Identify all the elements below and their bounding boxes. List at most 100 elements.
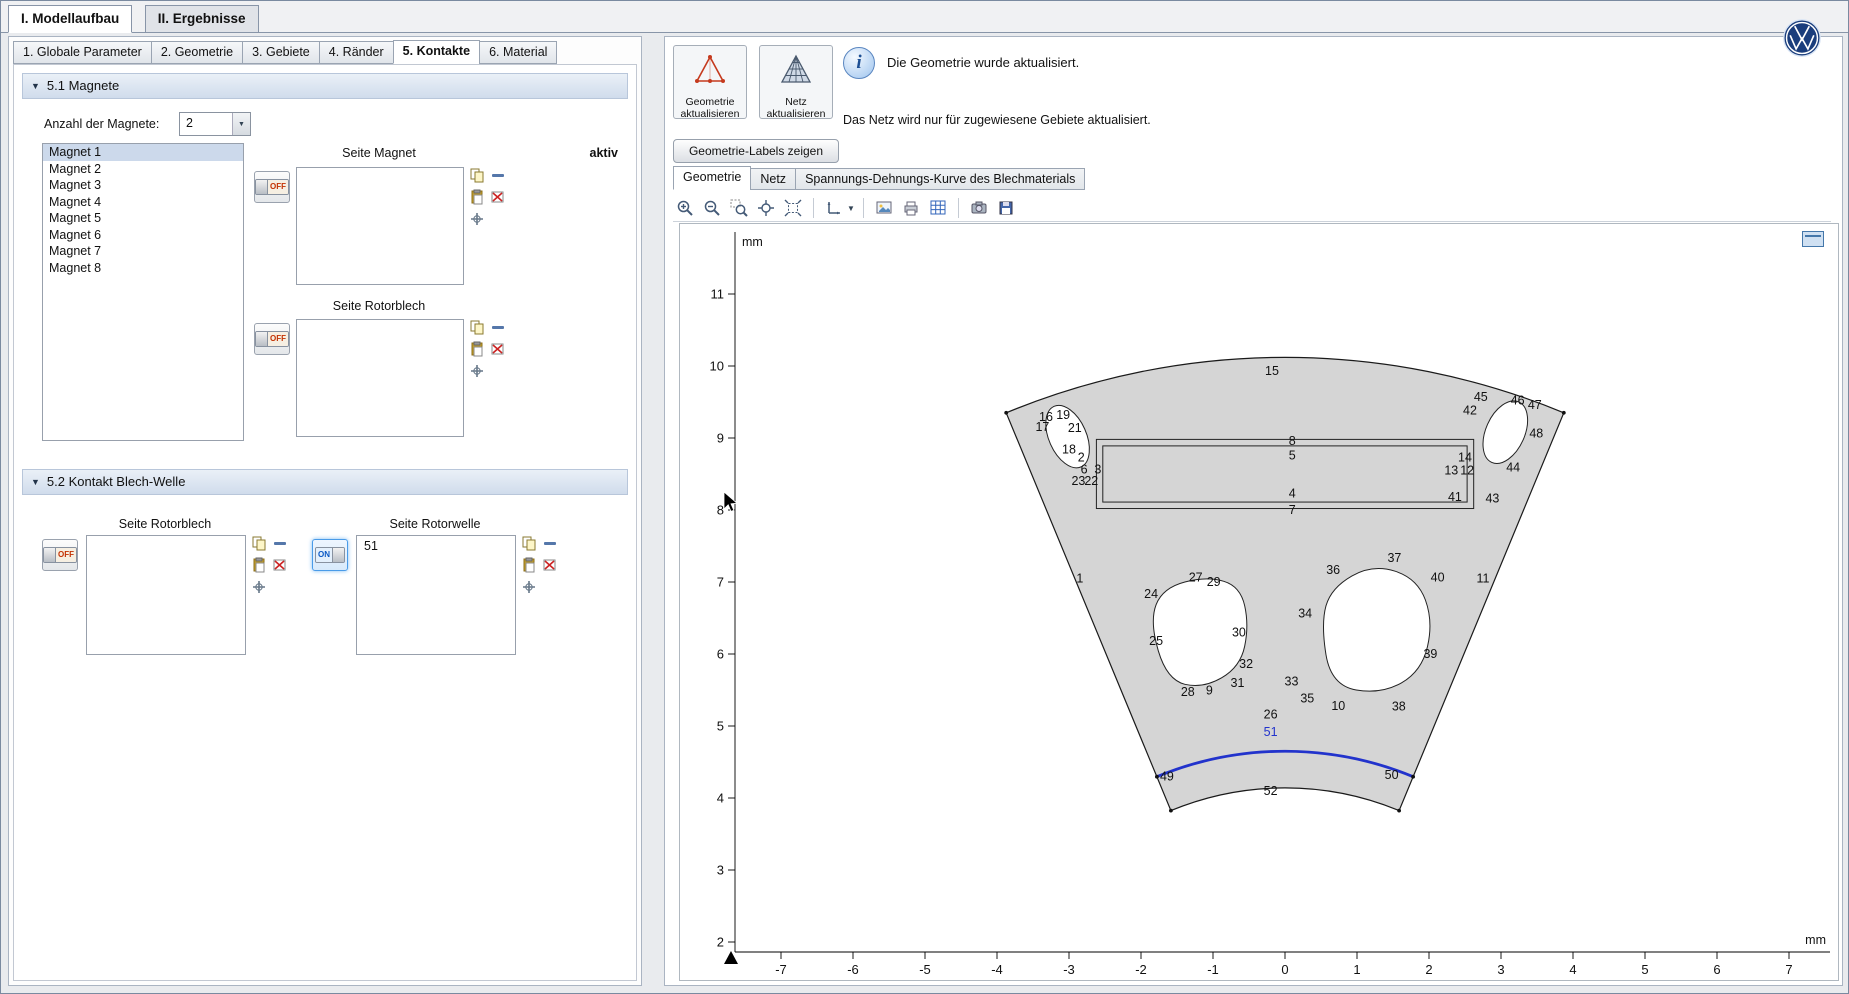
form-tab-2-geometrie[interactable]: 2. Geometrie [151, 41, 243, 64]
magnet-list-item[interactable]: Magnet 5 [43, 210, 243, 227]
grid-icon[interactable] [926, 196, 950, 220]
magnet-list-item[interactable]: Magnet 7 [43, 243, 243, 260]
seite-rotorblech-label: Seite Rotorblech [296, 299, 462, 313]
copy-icon[interactable] [521, 535, 538, 552]
magnet-list-item[interactable]: Magnet 1 [43, 144, 243, 161]
selected-boundary-item[interactable]: 51 [357, 536, 515, 553]
graphics-canvas[interactable]: -7-6-5-4-3-2-101234567234567891011mmmm12… [679, 223, 1839, 981]
edge-label: 4 [1289, 486, 1296, 500]
collapse-icon: ▼ [31, 470, 40, 494]
chevron-down-icon: ▼ [232, 113, 250, 135]
graphics-panel: Geometrie aktualisieren Netz aktualisier… [664, 36, 1843, 986]
copy-icon[interactable] [469, 319, 486, 336]
export-image-icon[interactable] [872, 196, 896, 220]
netz-aktualisieren-button[interactable]: Netz aktualisieren [759, 45, 833, 119]
print-icon[interactable] [899, 196, 923, 220]
zoom-selected-icon[interactable] [251, 579, 268, 596]
edge-label: 34 [1298, 607, 1312, 621]
magnet-list-item[interactable]: Magnet 4 [43, 194, 243, 211]
remove-icon[interactable] [490, 319, 507, 336]
graphics-tab-geometrie[interactable]: Geometrie [673, 166, 751, 190]
clear-selection-icon[interactable] [490, 341, 507, 358]
zoom-selected-icon[interactable] [469, 363, 486, 380]
clear-selection-icon[interactable] [542, 557, 559, 574]
form-tab-1-globale-parameter[interactable]: 1. Globale Parameter [13, 41, 152, 64]
zoom-in-icon[interactable] [673, 196, 697, 220]
section-header-kontakt[interactable]: ▼5.2 Kontakt Blech-Welle [22, 469, 628, 495]
axis-dropdown-icon[interactable] [822, 196, 846, 220]
center-icon[interactable] [754, 196, 778, 220]
kontakt-rotorblech-toggle[interactable]: OFF [42, 539, 78, 571]
axis-tick-label: 4 [717, 791, 724, 806]
edge-label: 10 [1331, 699, 1345, 713]
chevron-down-icon[interactable]: ▼ [847, 204, 855, 213]
axis-tick-label: 1 [1353, 962, 1360, 977]
remove-icon[interactable] [542, 535, 559, 552]
axis-tick-label: 8 [717, 503, 724, 518]
edge-label: 21 [1068, 421, 1082, 435]
tab-modellaufbau[interactable]: I. Modellaufbau [8, 5, 132, 33]
form-tab-6-material[interactable]: 6. Material [479, 41, 557, 64]
remove-icon[interactable] [272, 535, 289, 552]
clear-selection-icon[interactable] [272, 557, 289, 574]
magnet-list-item[interactable]: Magnet 6 [43, 227, 243, 244]
edge-label: 19 [1056, 408, 1070, 422]
edge-label: 9 [1206, 684, 1213, 698]
form-tab-5-kontakte[interactable]: 5. Kontakte [393, 40, 480, 64]
graphics-tab-netz[interactable]: Netz [750, 168, 796, 190]
magnet-side-toggle[interactable]: OFF [254, 171, 290, 203]
rotorblech-side-toggle[interactable]: OFF [254, 323, 290, 355]
paste-icon[interactable] [521, 557, 538, 574]
paste-icon[interactable] [469, 341, 486, 358]
axis-tick-label: 10 [710, 359, 724, 374]
magnet-list-item[interactable]: Magnet 3 [43, 177, 243, 194]
kontakt-rotorblech-selection-list[interactable] [86, 535, 246, 655]
edge-label: 39 [1423, 647, 1437, 661]
section-header-magnete[interactable]: ▼5.1 Magnete [22, 73, 628, 99]
tab-ergebnisse[interactable]: II. Ergebnisse [145, 5, 259, 33]
edge-label: 25 [1149, 634, 1163, 648]
netz-aktualisieren-label: Netz aktualisieren [760, 96, 832, 120]
magnet-side-selection-list[interactable] [296, 167, 464, 285]
zoom-box-icon[interactable] [727, 196, 751, 220]
kontakt-rotorwelle-selection-list[interactable]: 51 [356, 535, 516, 655]
geometrie-aktualisieren-label: Geometrie aktualisieren [674, 96, 746, 120]
zoom-selected-icon[interactable] [521, 579, 538, 596]
edge-label: 1 [1076, 571, 1083, 585]
rotorblech-side-selection-list[interactable] [296, 319, 464, 437]
kontakt-rotorwelle-toggle[interactable]: ON [312, 539, 348, 571]
plot-window-icon[interactable] [1802, 231, 1824, 247]
remove-icon[interactable] [490, 167, 507, 184]
edge-label: 36 [1326, 563, 1340, 577]
edge-label: 31 [1231, 676, 1245, 690]
graphics-tab-spannungs-dehnungs-kurve[interactable]: Spannungs-Dehnungs-Kurve des Blechmateri… [795, 168, 1085, 190]
edge-label: 12 [1460, 463, 1474, 477]
anzahl-magnete-select[interactable]: 2 ▼ [179, 112, 251, 136]
form-tab-4-r-nder[interactable]: 4. Ränder [319, 41, 394, 64]
save-icon[interactable] [994, 196, 1018, 220]
copy-icon[interactable] [251, 535, 268, 552]
copy-icon[interactable] [469, 167, 486, 184]
camera-icon[interactable] [967, 196, 991, 220]
magnet-list-item[interactable]: Magnet 8 [43, 260, 243, 277]
extents-icon[interactable] [781, 196, 805, 220]
flux-barrier-hole [1324, 568, 1430, 691]
axis-tick-label: 6 [1713, 962, 1720, 977]
geometrie-labels-button[interactable]: Geometrie-Labels zeigen [673, 139, 839, 163]
paste-icon[interactable] [251, 557, 268, 574]
magnet-list-item[interactable]: Magnet 2 [43, 161, 243, 178]
geometrie-aktualisieren-button[interactable]: Geometrie aktualisieren [673, 45, 747, 119]
form-tab-3-gebiete[interactable]: 3. Gebiete [242, 41, 320, 64]
toolbar-separator [863, 198, 864, 218]
toolbar-separator [958, 198, 959, 218]
paste-icon[interactable] [469, 189, 486, 206]
zoom-selected-icon[interactable] [469, 211, 486, 228]
clear-selection-icon[interactable] [490, 189, 507, 206]
axis-tick-label: -1 [1207, 962, 1219, 977]
axis-tick-label: -7 [775, 962, 787, 977]
zoom-out-icon[interactable] [700, 196, 724, 220]
axis-tick-label: 0 [1281, 962, 1288, 977]
magnet-list[interactable]: Magnet 1Magnet 2Magnet 3Magnet 4Magnet 5… [42, 143, 244, 441]
geometry-vertex [1155, 775, 1159, 779]
edge-label: 38 [1392, 700, 1406, 714]
